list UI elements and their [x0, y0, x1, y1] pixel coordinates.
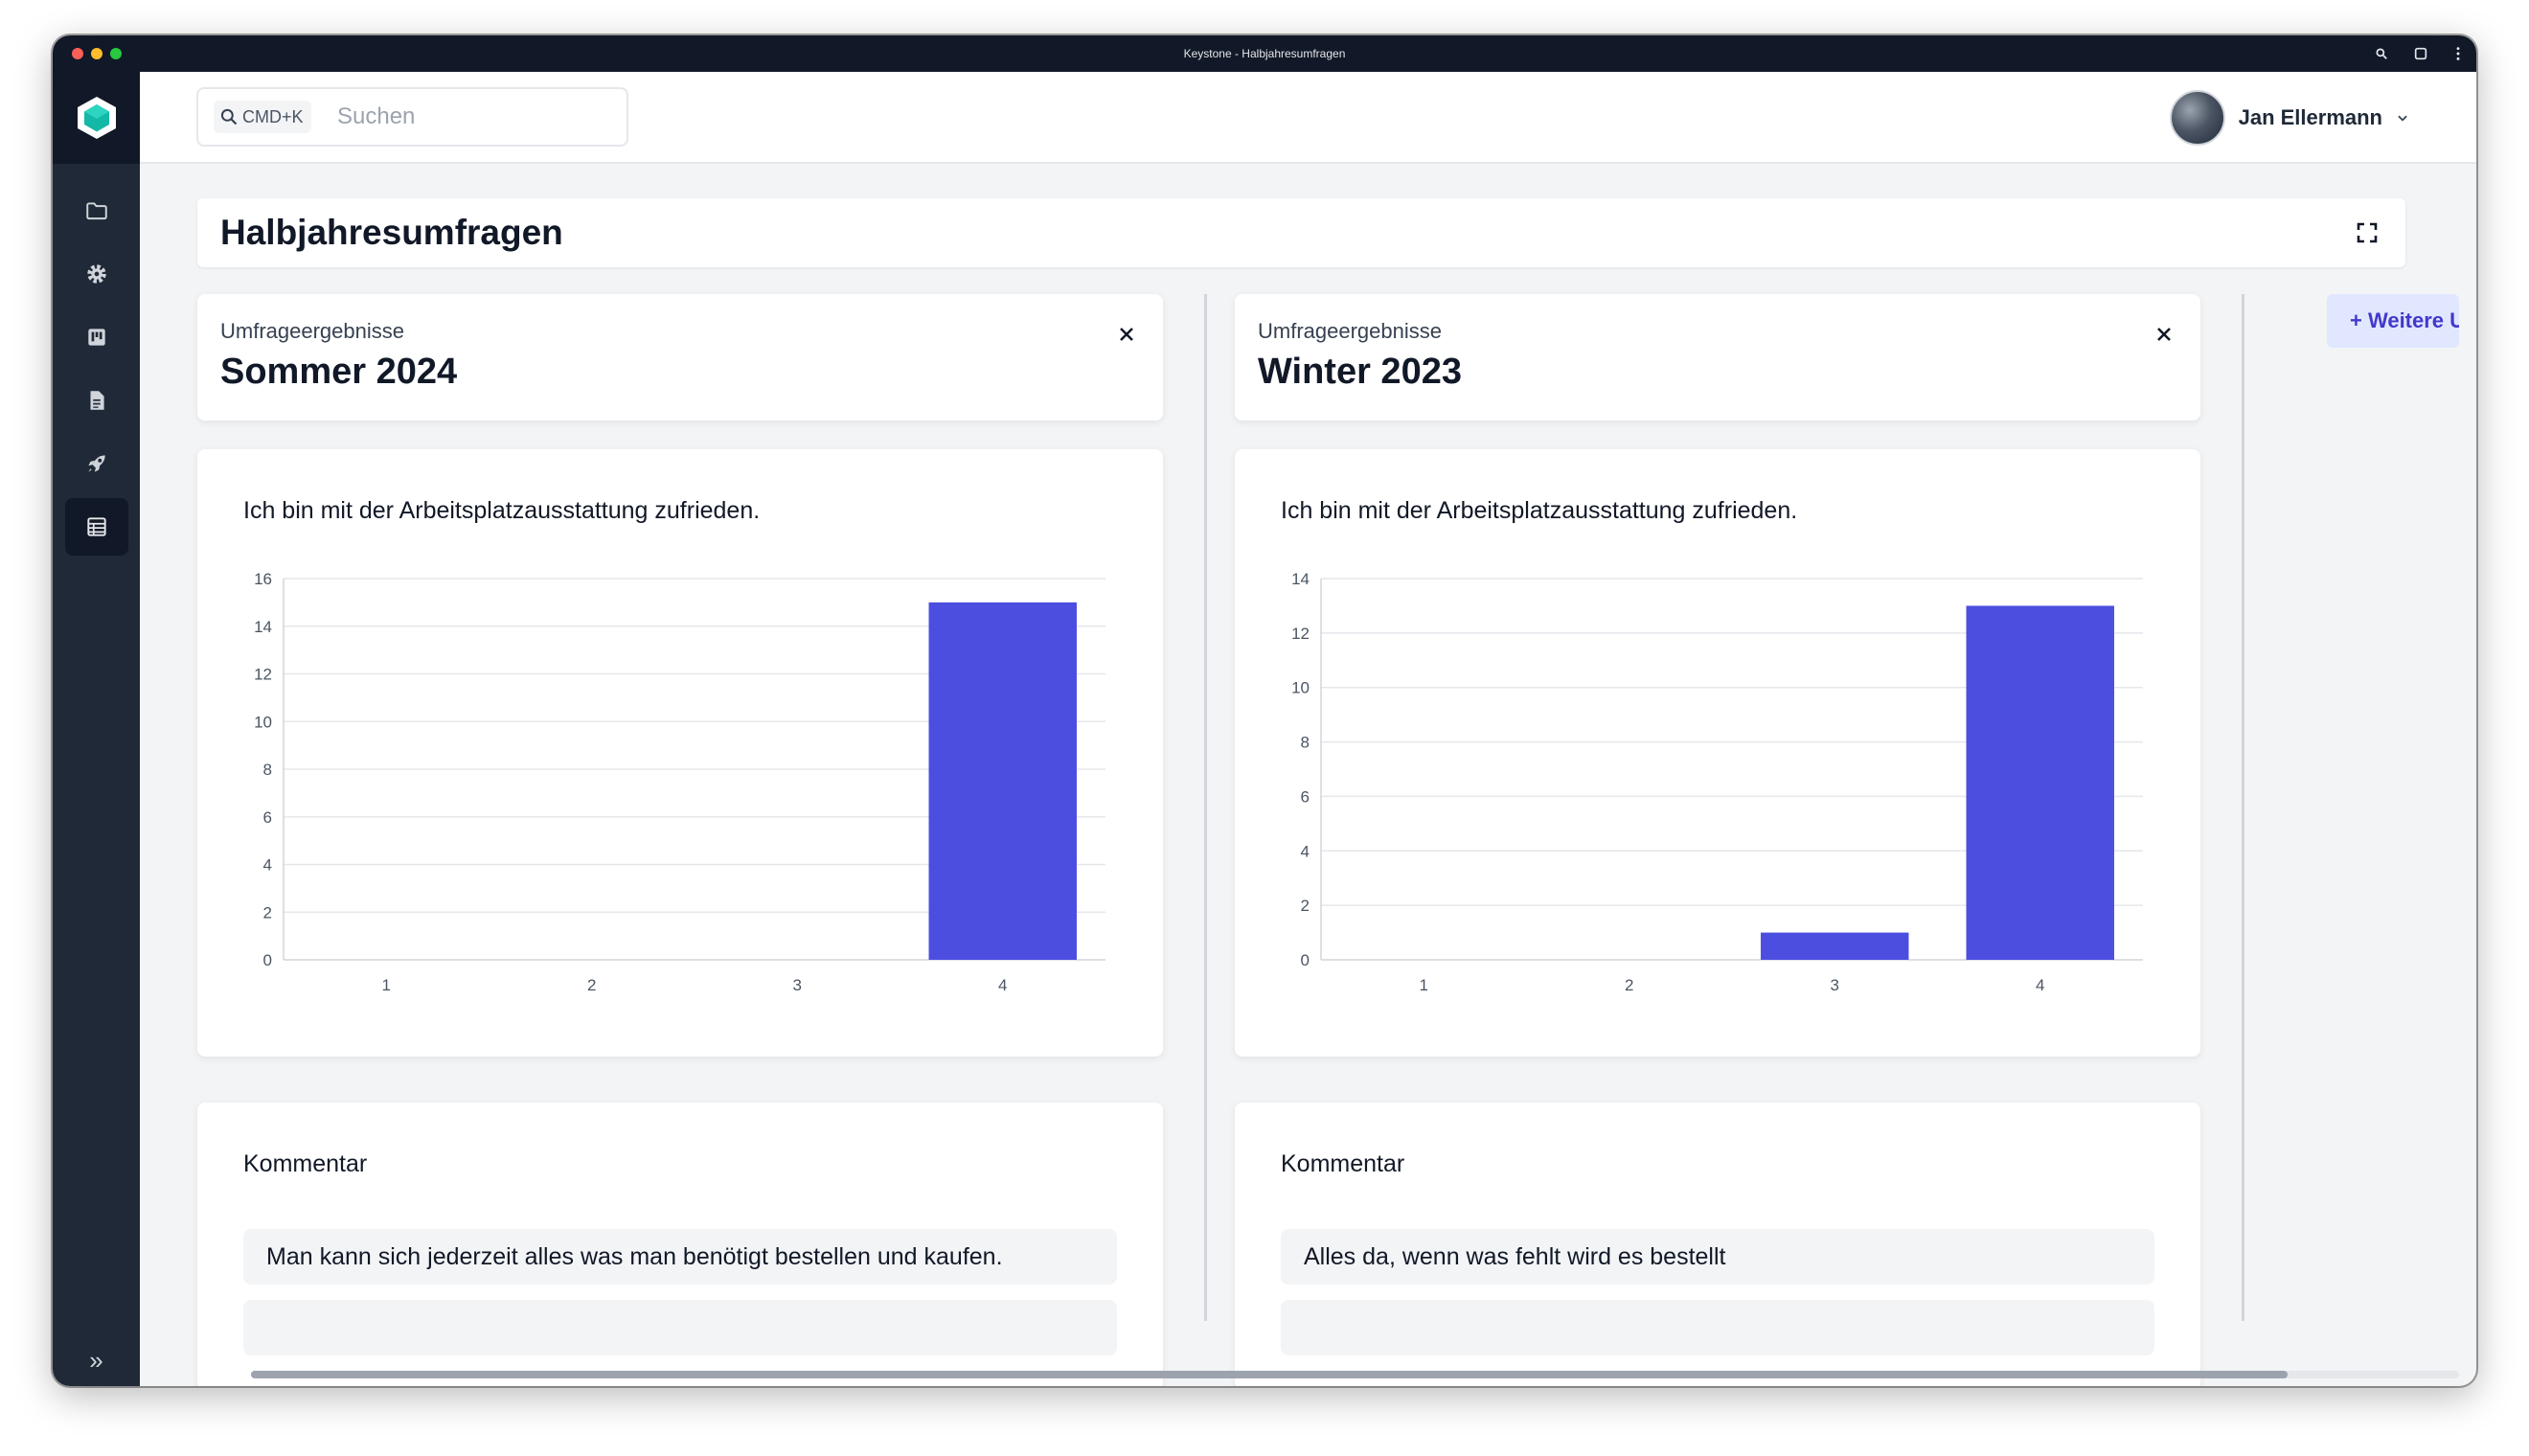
comment-item-partial	[1281, 1300, 2154, 1355]
sidebar-item-surveys[interactable]	[65, 498, 128, 556]
x-tick-label: 2	[587, 976, 596, 990]
comment-card: Kommentar Man kann sich jederzeit alles …	[197, 1103, 1163, 1386]
survey-title: Winter 2023	[1258, 352, 1462, 392]
sidebar-item-projects[interactable]	[65, 182, 128, 239]
y-tick-label: 0	[263, 951, 272, 969]
close-icon[interactable]	[1115, 323, 1138, 346]
sidebar-item-launch[interactable]	[65, 435, 128, 492]
page-title: Halbjahresumfragen	[220, 213, 563, 252]
survey-header-card: Umfrageergebnisse Winter 2023	[1235, 294, 2200, 421]
survey-header-card: Umfrageergebnisse Sommer 2024	[197, 294, 1163, 421]
sidebar-item-documents[interactable]	[65, 372, 128, 429]
keystone-logo[interactable]	[53, 72, 140, 164]
survey-label: Umfrageergebnisse	[220, 319, 404, 343]
x-tick-label: 4	[998, 976, 1007, 990]
window-title: Keystone - Halbjahresumfragen	[1183, 47, 1346, 60]
main-content: Halbjahresumfragen Umfrageergebnisse Som…	[140, 164, 2476, 1386]
scrollbar-thumb[interactable]	[251, 1371, 2288, 1378]
search-icon	[220, 108, 238, 125]
bar	[1761, 932, 1909, 960]
y-tick-label: 2	[263, 903, 272, 921]
y-tick-label: 16	[254, 570, 272, 588]
comment-item-partial	[243, 1300, 1117, 1355]
fullscreen-icon[interactable]	[2356, 221, 2379, 244]
bar	[1966, 605, 2114, 960]
chevron-down-icon	[2398, 115, 2407, 122]
question-chart-card: Ich bin mit der Arbeitsplatzausstattung …	[1235, 449, 2200, 1057]
sidebar-item-settings[interactable]	[65, 245, 128, 303]
comment-item: Man kann sich jederzeit alles was man be…	[243, 1229, 1117, 1285]
zoom-icon[interactable]	[2375, 35, 2388, 72]
gear-icon	[87, 264, 106, 284]
user-name: Jan Ellermann	[2238, 105, 2382, 129]
y-tick-label: 12	[1291, 625, 1310, 643]
folder-icon	[86, 202, 107, 220]
survey-title: Sommer 2024	[220, 352, 458, 392]
y-tick-label: 2	[1301, 897, 1310, 915]
y-tick-label: 14	[254, 618, 272, 636]
x-tick-label: 1	[1420, 976, 1428, 990]
y-tick-label: 4	[1301, 842, 1310, 860]
x-tick-label: 2	[1625, 976, 1633, 990]
y-tick-label: 8	[1301, 734, 1310, 752]
question-text: Ich bin mit der Arbeitsplatzausstattung …	[243, 497, 761, 524]
bar	[928, 602, 1077, 960]
extensions-icon[interactable]	[2413, 35, 2428, 72]
table-list-icon	[87, 517, 106, 536]
y-tick-label: 6	[263, 808, 272, 827]
avatar	[2169, 90, 2225, 146]
search-input[interactable]: CMD+K Suchen	[196, 87, 628, 147]
document-icon	[90, 391, 104, 410]
x-tick-label: 1	[382, 976, 391, 990]
y-tick-label: 10	[254, 713, 272, 731]
column-divider	[1204, 294, 1207, 1321]
y-tick-label: 14	[1291, 570, 1310, 588]
x-tick-label: 3	[1831, 976, 1839, 990]
more-options-icon[interactable]	[2455, 35, 2461, 72]
y-tick-label: 12	[254, 666, 272, 684]
title-bar: Keystone - Halbjahresumfragen	[53, 35, 2476, 72]
column-divider	[2242, 294, 2244, 1321]
top-header: CMD+K Suchen Jan Ellermann	[140, 72, 2476, 164]
bar-chart: 024681012141 2 3 4	[1291, 570, 2143, 990]
search-placeholder: Suchen	[337, 103, 416, 129]
y-tick-label: 10	[1291, 679, 1310, 697]
comment-card: Kommentar Alles da, wenn was fehlt wird …	[1235, 1103, 2200, 1386]
x-tick-label: 4	[2036, 976, 2044, 990]
expand-sidebar-icon[interactable]: »	[53, 1346, 140, 1375]
sidebar-item-board[interactable]	[65, 308, 128, 366]
y-tick-label: 0	[1301, 951, 1310, 969]
board-icon	[88, 329, 105, 346]
y-tick-label: 8	[263, 761, 272, 779]
page-title-card: Halbjahresumfragen	[197, 198, 2405, 267]
y-tick-label: 4	[263, 856, 272, 875]
close-icon[interactable]	[2153, 323, 2176, 346]
search-shortcut: CMD+K	[214, 101, 311, 133]
comment-title: Kommentar	[243, 1150, 368, 1177]
survey-label: Umfrageergebnisse	[1258, 319, 1442, 343]
app-window: Keystone - Halbjahresumfragen » CMD+K Su…	[53, 35, 2476, 1386]
user-menu[interactable]: Jan Ellermann	[2169, 89, 2409, 147]
question-chart-card: Ich bin mit der Arbeitsplatzausstattung …	[197, 449, 1163, 1057]
keystone-logo-icon	[77, 97, 116, 139]
bar-chart: 02468101214161 2 3 4	[254, 570, 1105, 990]
add-survey-button[interactable]: + Weitere U	[2327, 294, 2459, 348]
comment-title: Kommentar	[1281, 1150, 1405, 1177]
shortcut-label: CMD+K	[242, 106, 304, 126]
comment-item: Alles da, wenn was fehlt wird es bestell…	[1281, 1229, 2154, 1285]
question-text: Ich bin mit der Arbeitsplatzausstattung …	[1281, 497, 1798, 524]
sidebar: »	[53, 72, 140, 1386]
y-tick-label: 6	[1301, 787, 1310, 806]
x-tick-label: 3	[793, 976, 802, 990]
rocket-icon	[88, 455, 105, 472]
